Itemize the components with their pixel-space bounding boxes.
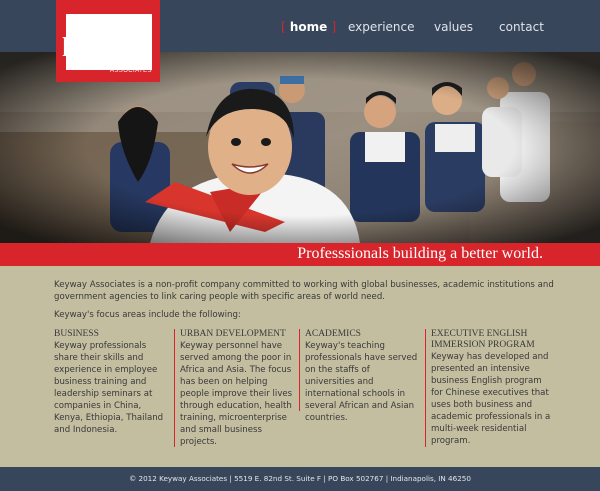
column-body: Keyway professionals share their skills … <box>54 341 164 435</box>
column-body: Keyway personnel have served among the p… <box>180 341 293 447</box>
focus-column-academics: ACADEMICS Keyway's teaching professional… <box>305 329 419 424</box>
nav-bracket-close: ] <box>331 20 337 34</box>
logo-wordmark: keyway <box>62 32 147 62</box>
column-divider <box>299 329 300 411</box>
column-title: EXECUTIVE ENGLISH IMMERSION PROGRAM <box>431 329 535 350</box>
column-title: ACADEMICS <box>305 329 361 339</box>
footer-address: © 2012 Keyway Associates | 5519 E. 82nd … <box>129 474 471 483</box>
nav-home-label: home <box>289 20 328 34</box>
column-body: Keyway has developed and presented an in… <box>431 352 551 446</box>
focus-column-executive-english: EXECUTIVE ENGLISH IMMERSION PROGRAM Keyw… <box>431 329 551 447</box>
nav-bracket-open: [ <box>281 20 286 34</box>
site-header: keyway ASSOCIATES [ home ] experience va… <box>0 0 600 82</box>
focus-column-urban-development: URBAN DEVELOPMENT Keyway personnel have … <box>180 329 294 448</box>
column-body: Keyway's teaching professionals have ser… <box>305 341 418 423</box>
nav-home[interactable]: [ home ] <box>281 20 336 34</box>
main-content: Keyway Associates is a non-profit compan… <box>0 266 600 467</box>
logo-subtitle: ASSOCIATES <box>110 68 152 74</box>
tagline-bar: Professsionals building a better world. <box>0 243 600 266</box>
nav-values[interactable]: values <box>434 20 473 34</box>
nav-experience[interactable]: experience <box>348 20 415 34</box>
intro-paragraph: Keyway Associates is a non-profit compan… <box>54 280 554 302</box>
column-title: BUSINESS <box>54 329 99 339</box>
tagline: Professsionals building a better world. <box>297 245 543 262</box>
column-title: URBAN DEVELOPMENT <box>180 329 286 339</box>
site-footer: © 2012 Keyway Associates | 5519 E. 82nd … <box>0 467 600 491</box>
column-divider <box>425 329 426 447</box>
focus-column-business: BUSINESS Keyway professionals share thei… <box>54 329 166 436</box>
nav-contact[interactable]: contact <box>499 20 544 34</box>
column-divider <box>174 329 175 447</box>
focus-lead: Keyway's focus areas include the followi… <box>54 310 241 320</box>
keyway-logo[interactable]: keyway ASSOCIATES <box>56 0 160 82</box>
